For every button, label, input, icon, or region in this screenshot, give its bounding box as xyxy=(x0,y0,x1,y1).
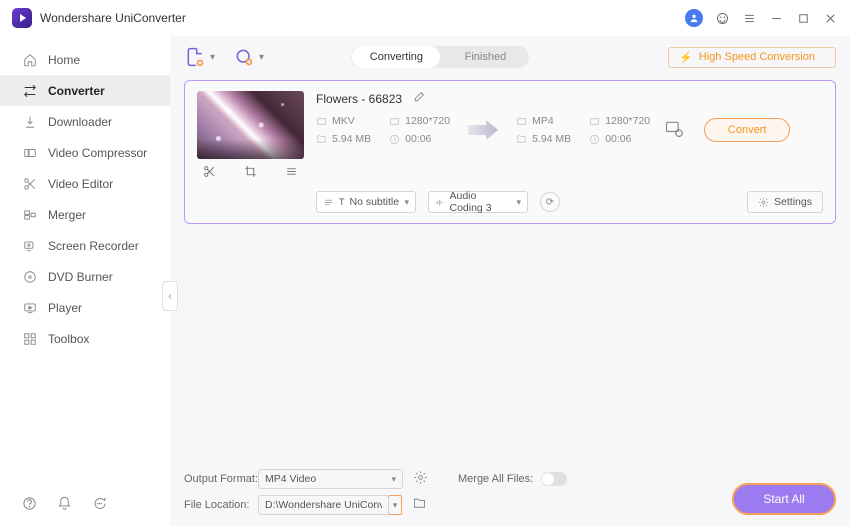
record-icon xyxy=(22,239,38,253)
sidebar-item-recorder[interactable]: Screen Recorder xyxy=(0,230,170,261)
file-location-field[interactable]: D:\Wondershare UniConverter xyxy=(258,495,389,515)
menu-icon[interactable] xyxy=(742,11,757,26)
sidebar-item-label: Video Compressor xyxy=(48,146,147,160)
open-folder-icon[interactable] xyxy=(412,496,427,514)
rename-icon[interactable] xyxy=(412,91,425,107)
sidebar-item-editor[interactable]: Video Editor xyxy=(0,168,170,199)
tab-converting[interactable]: Converting xyxy=(352,46,440,68)
sidebar-item-home[interactable]: Home xyxy=(0,44,170,75)
add-file-dropdown[interactable]: ▾ xyxy=(210,52,215,63)
subtitle-select[interactable]: TNo subtitle▾ xyxy=(316,191,416,213)
account-avatar[interactable] xyxy=(685,9,703,27)
help-icon[interactable] xyxy=(22,496,37,516)
add-url-dropdown[interactable]: ▾ xyxy=(259,52,264,63)
audio-select[interactable]: Audio Coding 3▾ xyxy=(428,191,528,213)
maximize-button[interactable] xyxy=(796,11,811,26)
bolt-icon: ⚡ xyxy=(679,51,693,64)
download-icon xyxy=(22,115,38,129)
app-logo xyxy=(12,8,32,28)
video-thumbnail[interactable] xyxy=(197,91,304,159)
high-speed-toggle[interactable]: ⚡ High Speed Conversion xyxy=(668,47,836,68)
notifications-icon[interactable] xyxy=(57,496,72,516)
grid-icon xyxy=(22,332,38,346)
merge-toggle[interactable] xyxy=(541,472,567,486)
sidebar-item-player[interactable]: Player xyxy=(0,292,170,323)
support-icon[interactable] xyxy=(715,11,730,26)
high-speed-label: High Speed Conversion xyxy=(699,51,815,63)
file-location-label: File Location: xyxy=(184,499,258,511)
sidebar-item-label: Merger xyxy=(48,208,86,222)
sidebar-item-label: Converter xyxy=(48,84,105,98)
merge-icon xyxy=(22,208,38,222)
source-specs: MKV 1280*720 5.94 MB 00:06 xyxy=(316,115,450,145)
sidebar-item-label: Video Editor xyxy=(48,177,113,191)
collapse-sidebar-button[interactable]: ‹ xyxy=(162,281,178,311)
play-icon xyxy=(22,301,38,315)
sidebar-item-label: Toolbox xyxy=(48,332,89,346)
trim-icon[interactable] xyxy=(203,165,216,183)
close-button[interactable] xyxy=(823,11,838,26)
converter-icon xyxy=(22,84,38,98)
sidebar-item-label: Home xyxy=(48,53,80,67)
file-name: Flowers - 66823 xyxy=(316,92,402,106)
output-format-select[interactable]: MP4 Video▾ xyxy=(258,469,403,489)
start-all-button[interactable]: Start All xyxy=(732,483,836,515)
compress-icon xyxy=(22,146,38,160)
sidebar-item-label: Downloader xyxy=(48,115,112,129)
scissors-icon xyxy=(22,177,38,191)
format-settings-icon[interactable] xyxy=(664,119,686,141)
sidebar-item-toolbox[interactable]: Toolbox xyxy=(0,323,170,354)
file-location-dropdown[interactable]: ▾ xyxy=(388,495,402,515)
disc-icon xyxy=(22,270,38,284)
conversion-arrow-icon xyxy=(468,120,498,140)
sidebar-item-compressor[interactable]: Video Compressor xyxy=(0,137,170,168)
sidebar-item-label: Player xyxy=(48,301,82,315)
file-card: Flowers - 66823 MKV 1280*720 5.94 MB 00:… xyxy=(184,80,836,224)
feedback-icon[interactable] xyxy=(92,496,107,516)
home-icon xyxy=(22,53,38,67)
app-title: Wondershare UniConverter xyxy=(40,11,186,25)
convert-button[interactable]: Convert xyxy=(704,118,790,142)
effects-icon[interactable] xyxy=(285,165,298,183)
minimize-button[interactable] xyxy=(769,11,784,26)
settings-button[interactable]: Settings xyxy=(747,191,823,213)
merge-label: Merge All Files: xyxy=(458,473,533,485)
target-specs: MP4 1280*720 5.94 MB 00:06 xyxy=(516,115,650,145)
sidebar-item-dvd[interactable]: DVD Burner xyxy=(0,261,170,292)
sidebar-item-label: DVD Burner xyxy=(48,270,113,284)
add-url-button[interactable] xyxy=(233,46,255,68)
sidebar: Home Converter Downloader Video Compress… xyxy=(0,36,170,526)
crop-icon[interactable] xyxy=(244,165,257,183)
info-icon[interactable]: ⟳ xyxy=(540,192,560,212)
sidebar-item-downloader[interactable]: Downloader xyxy=(0,106,170,137)
output-settings-icon[interactable] xyxy=(413,470,428,488)
add-file-button[interactable] xyxy=(184,46,206,68)
tab-finished[interactable]: Finished xyxy=(441,46,529,68)
sidebar-item-merger[interactable]: Merger xyxy=(0,199,170,230)
sidebar-item-converter[interactable]: Converter xyxy=(0,75,170,106)
sidebar-item-label: Screen Recorder xyxy=(48,239,139,253)
output-format-label: Output Format: xyxy=(184,473,258,485)
status-tabs: Converting Finished xyxy=(351,46,529,68)
